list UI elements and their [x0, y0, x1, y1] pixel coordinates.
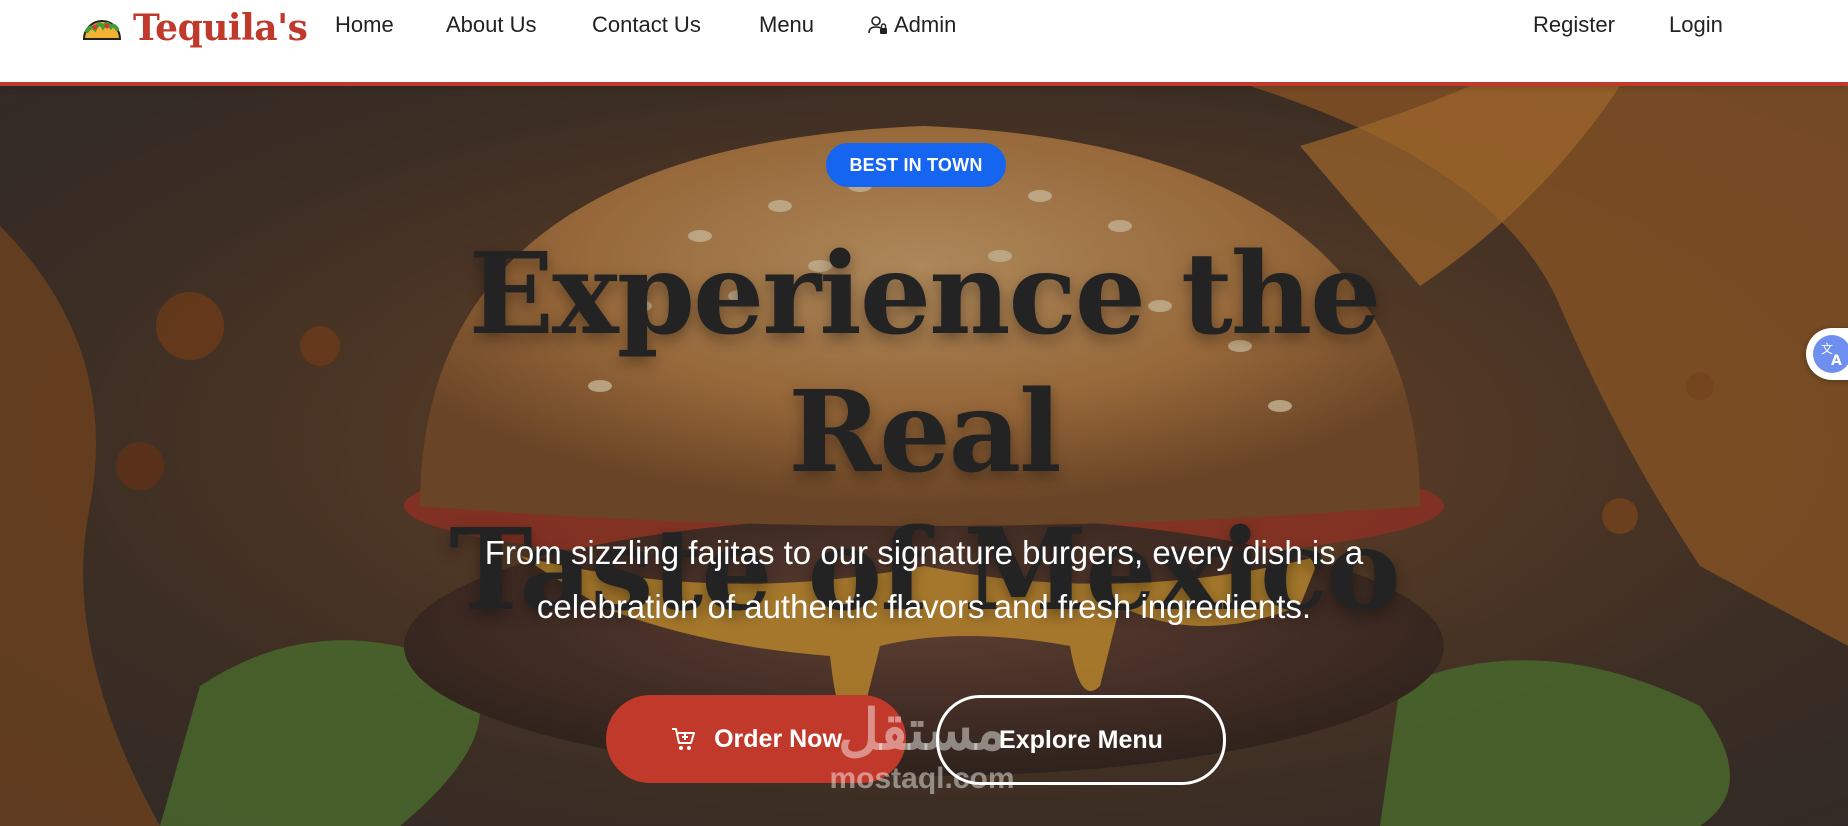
- nav-login[interactable]: Login: [1669, 12, 1723, 38]
- svg-text:A: A: [1831, 353, 1842, 369]
- best-in-town-badge: BEST IN TOWN: [826, 143, 1006, 187]
- cart-plus-icon: [672, 728, 696, 750]
- hero-subtext: From sizzling fajitas to our signature b…: [424, 526, 1424, 634]
- hero-section: BEST IN TOWN Experience the Real Taste o…: [0, 86, 1848, 826]
- nav-menu[interactable]: Menu: [759, 12, 814, 38]
- nav-home[interactable]: Home: [335, 12, 394, 38]
- navbar: Tequila's Home About Us Contact Us Menu …: [0, 0, 1848, 86]
- hero-subtext-line-2: celebration of authentic flavors and fre…: [536, 588, 1312, 625]
- mostaql-watermark: مستقل mostaql.com: [812, 698, 1032, 796]
- translate-widget[interactable]: 文 A: [1806, 328, 1848, 380]
- nav-register[interactable]: Register: [1533, 12, 1615, 38]
- watermark-latin: mostaql.com: [829, 762, 1015, 795]
- nav-about-us[interactable]: About Us: [446, 12, 537, 38]
- translate-icon: 文 A: [1813, 335, 1848, 373]
- nav-admin[interactable]: Admin: [868, 12, 956, 38]
- hero-subtext-line-1: From sizzling fajitas to our signature b…: [484, 534, 1364, 571]
- nav-admin-label: Admin: [894, 12, 957, 37]
- brand-logo[interactable]: Tequila's: [81, 6, 308, 50]
- watermark-arabic: مستقل: [838, 698, 1006, 761]
- nav-contact-us[interactable]: Contact Us: [592, 12, 701, 38]
- brand-name: Tequila's: [133, 7, 308, 49]
- hero-headline-line-1: Experience the Real: [468, 229, 1382, 498]
- taco-icon: [82, 20, 122, 40]
- user-lock-icon: [868, 16, 887, 34]
